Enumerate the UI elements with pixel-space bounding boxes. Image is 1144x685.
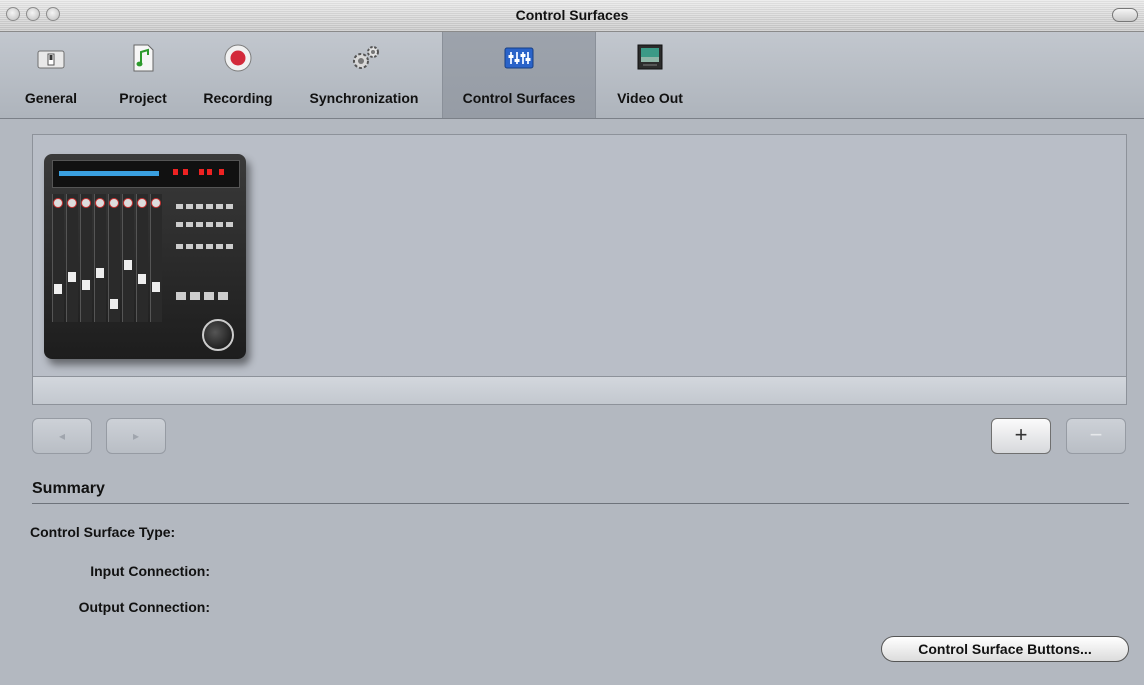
tab-synchronization[interactable]: Synchronization xyxy=(292,32,436,118)
project-note-icon xyxy=(127,42,159,74)
remove-surface-button[interactable]: − xyxy=(1066,418,1126,454)
tab-recording-label: Recording xyxy=(203,90,273,106)
tab-video-out-label: Video Out xyxy=(617,90,683,106)
tab-control-surfaces[interactable]: Control Surfaces xyxy=(442,32,596,118)
control-surface-type-label: Control Surface Type: xyxy=(30,524,176,540)
summary-divider xyxy=(32,503,1129,504)
general-switch-icon xyxy=(35,42,67,74)
tab-project[interactable]: Project xyxy=(108,32,178,118)
scroll-left-button[interactable]: ◂ xyxy=(32,418,92,454)
summary-heading: Summary xyxy=(32,480,105,497)
control-surface-buttons-button[interactable]: Control Surface Buttons... xyxy=(881,636,1129,662)
tab-control-surfaces-label: Control Surfaces xyxy=(462,90,576,106)
input-connection-label: Input Connection: xyxy=(90,563,210,579)
output-connection-label: Output Connection: xyxy=(78,599,210,615)
preferences-toolbar: General Project Recording Synchronizatio… xyxy=(0,32,1144,119)
tab-recording[interactable]: Recording xyxy=(190,32,286,118)
tab-synchronization-label: Synchronization xyxy=(309,90,419,106)
record-icon xyxy=(222,42,254,74)
tab-video-out[interactable]: Video Out xyxy=(602,32,698,118)
control-surface-device-image[interactable] xyxy=(44,154,246,359)
add-surface-button[interactable]: + xyxy=(991,418,1051,454)
gears-icon xyxy=(348,42,380,74)
control-surface-icon xyxy=(503,42,535,74)
tab-general-label: General xyxy=(24,90,78,106)
device-display xyxy=(52,160,240,188)
toolbar-toggle-button[interactable] xyxy=(1112,8,1138,22)
scroll-right-button[interactable]: ▸ xyxy=(106,418,166,454)
control-surface-group-strip xyxy=(32,377,1127,405)
window-title: Control Surfaces xyxy=(515,7,629,23)
title-bar[interactable]: Control Surfaces xyxy=(0,0,1144,32)
tab-project-label: Project xyxy=(119,90,167,106)
jog-wheel xyxy=(202,319,234,351)
video-monitor-icon xyxy=(634,42,666,74)
tab-general[interactable]: General xyxy=(8,32,94,118)
preferences-window: Control Surfaces General Project Recordi… xyxy=(0,0,1144,685)
